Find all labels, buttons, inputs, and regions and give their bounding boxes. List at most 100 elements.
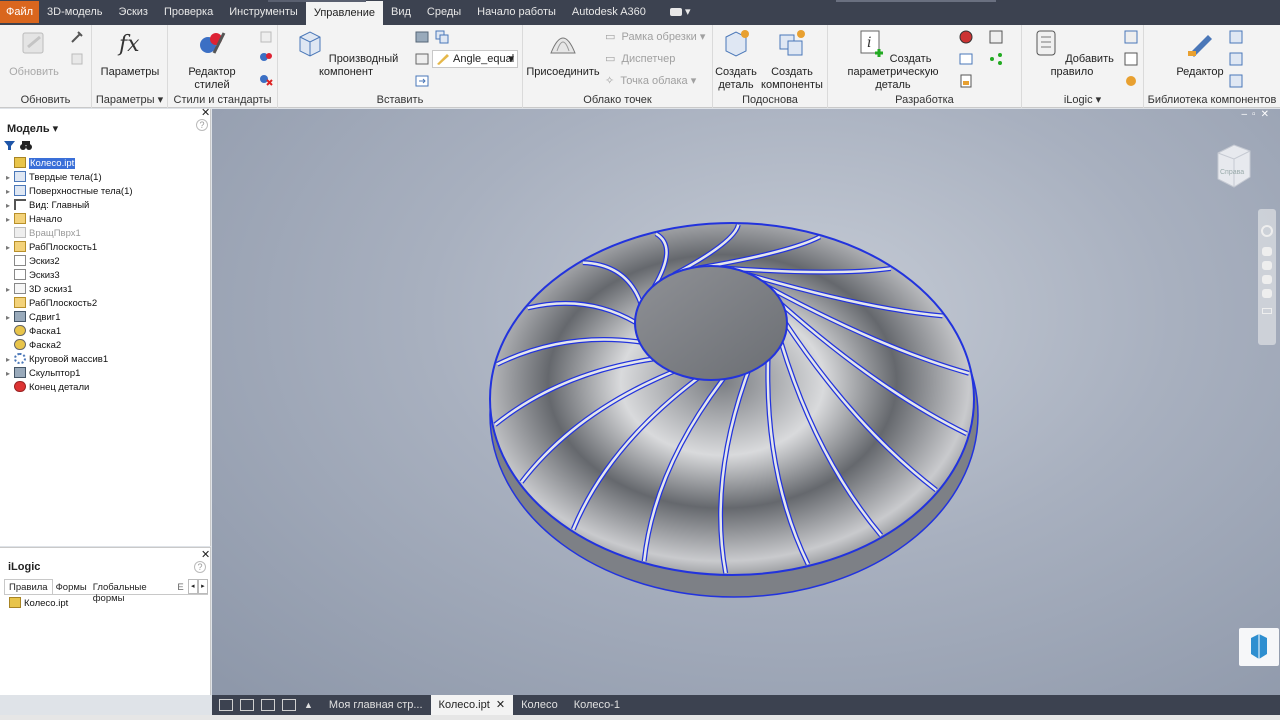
copy-object-icon[interactable] bbox=[434, 29, 450, 45]
update-styles-icon[interactable] bbox=[258, 29, 274, 45]
tab-a360[interactable]: Autodesk A360 bbox=[564, 1, 654, 23]
tree-item[interactable]: ▸ РабПлоскость1 bbox=[6, 241, 97, 255]
panel-title: Облако точек bbox=[583, 94, 652, 106]
doc-tab[interactable]: Колесо bbox=[513, 695, 566, 715]
help-icon[interactable]: ? bbox=[196, 119, 208, 131]
tab-tools[interactable]: Инструменты bbox=[221, 1, 306, 23]
tab-overflow[interactable]: ▾ bbox=[654, 1, 699, 23]
tabs-scroll-right[interactable]: ▸ bbox=[197, 579, 208, 594]
tab-3d-model[interactable]: 3D-модель bbox=[39, 1, 110, 23]
tree-item[interactable]: ▸ 3D эскиз1 bbox=[6, 283, 72, 297]
tile-icon[interactable] bbox=[240, 699, 254, 711]
panel-update: Обновить Обновить bbox=[0, 25, 92, 108]
impeller-model[interactable] bbox=[212, 109, 1280, 695]
tree-item[interactable]: Эскиз2 bbox=[6, 255, 60, 269]
attach-button[interactable]: Присоединить bbox=[525, 27, 601, 79]
rule-table-icon[interactable] bbox=[1123, 51, 1139, 67]
tab-view[interactable]: Вид bbox=[383, 1, 419, 23]
create-ipart-button[interactable]: i Создать параметрическую деталь bbox=[830, 27, 956, 92]
tree-item[interactable]: РабПлоскость2 bbox=[6, 297, 97, 311]
tab-rules[interactable]: Правила bbox=[4, 579, 53, 594]
import-cad-icon[interactable] bbox=[414, 51, 430, 67]
cascade-icon[interactable] bbox=[219, 699, 233, 711]
tab-more[interactable]: E bbox=[175, 579, 185, 594]
manager-button[interactable]: ▭ Диспетчер bbox=[605, 52, 675, 65]
library-icon-2[interactable] bbox=[1228, 51, 1244, 67]
tree-item[interactable]: ▸ Круговой массив1 bbox=[6, 353, 108, 367]
tree-item[interactable]: ▸ Вид: Главный bbox=[6, 199, 89, 213]
panel-title-dropdown[interactable]: iLogic ▾ bbox=[1022, 93, 1143, 106]
make-part-icon bbox=[725, 30, 749, 57]
tab-environments[interactable]: Среды bbox=[419, 1, 469, 23]
panel-library: Редактор Библиотека компонентов bbox=[1144, 25, 1280, 108]
ilogic-panel: iLogic ✕ ? Правила Формы Глобальные форм… bbox=[0, 547, 211, 695]
derive-button[interactable]: Производный компонент bbox=[282, 27, 410, 79]
make-part-button[interactable]: Создать деталь bbox=[713, 27, 759, 92]
tree-item[interactable]: ВращПврх1 bbox=[6, 227, 81, 241]
close-icon[interactable]: ✕ bbox=[496, 699, 505, 711]
purge-icon[interactable] bbox=[69, 51, 85, 67]
update-button[interactable]: Обновить bbox=[8, 27, 60, 79]
add-rule-button[interactable]: Добавить правило bbox=[1024, 27, 1120, 79]
tab-get-started[interactable]: Начало работы bbox=[469, 1, 564, 23]
tab-sketch[interactable]: Эскиз bbox=[111, 1, 156, 23]
tab-file[interactable]: Файл bbox=[0, 1, 40, 23]
filter-icon[interactable] bbox=[4, 140, 15, 151]
doc-tab-home[interactable]: Моя главная стр... bbox=[321, 695, 431, 715]
tree-item[interactable]: ▸ Начало bbox=[6, 213, 62, 227]
tree-item[interactable]: Фаска2 bbox=[6, 339, 61, 353]
graphics-viewport[interactable]: –▫✕ Справа bbox=[212, 109, 1280, 695]
document-icon[interactable] bbox=[958, 73, 974, 89]
doc-tab[interactable]: Колесо-1 bbox=[566, 695, 628, 715]
export-icon[interactable] bbox=[958, 51, 974, 67]
tree-item[interactable]: ▸ Сдвиг1 bbox=[6, 311, 61, 325]
cloud-point-button[interactable]: ✧ Точка облака ▾ bbox=[605, 74, 696, 87]
shaded-icon[interactable] bbox=[958, 29, 974, 45]
panel-point-cloud: Присоединить ▭ Рамка обрезки ▾ ▭ Диспетч… bbox=[523, 25, 713, 108]
make-components-button[interactable]: Создать компоненты bbox=[759, 27, 825, 92]
tab-forms[interactable]: Формы bbox=[53, 579, 90, 594]
help-icon[interactable]: ? bbox=[194, 561, 206, 573]
panel-title-dropdown[interactable]: Параметры ▾ bbox=[92, 93, 167, 106]
find-icon[interactable] bbox=[20, 140, 32, 151]
collapse-icon[interactable]: ▲ bbox=[304, 700, 313, 710]
tree-item[interactable]: Конец детали bbox=[6, 381, 89, 395]
tree-item[interactable]: ▸ Поверхностные тела(1) bbox=[6, 185, 133, 199]
browser-icon[interactable] bbox=[1123, 29, 1139, 45]
tile-horizontal-icon[interactable] bbox=[261, 699, 275, 711]
library-icon-3[interactable] bbox=[1228, 73, 1244, 89]
model-browser: Модель ▾ ? ✕ Колесо.ipt ▸ Твердые тела(1)… bbox=[0, 106, 211, 546]
attach-icon[interactable] bbox=[414, 73, 430, 89]
style-editor-button[interactable]: Редактор стилей bbox=[171, 27, 253, 92]
tree-item[interactable]: Эскиз3 bbox=[6, 269, 60, 283]
tree-item[interactable]: Фаска1 bbox=[6, 325, 61, 339]
tile-vertical-icon[interactable] bbox=[282, 699, 296, 711]
close-icon[interactable]: ✕ bbox=[201, 106, 210, 119]
tabs-scroll-left[interactable]: ◂ bbox=[187, 579, 198, 594]
share-icon[interactable] bbox=[988, 51, 1004, 67]
library-icon-1[interactable] bbox=[1228, 29, 1244, 45]
close-icon[interactable]: ✕ bbox=[201, 548, 210, 561]
tree-item-root[interactable]: Колесо.ipt bbox=[6, 157, 76, 171]
import-icon[interactable] bbox=[414, 29, 430, 45]
save-styles-icon[interactable] bbox=[258, 49, 274, 65]
crop-box-button[interactable]: ▭ Рамка обрезки ▾ bbox=[605, 30, 705, 43]
sync-button[interactable] bbox=[1239, 628, 1279, 666]
tab-global-forms[interactable]: Глобальные формы bbox=[90, 579, 176, 604]
impeller-hub bbox=[634, 265, 788, 381]
tree-item[interactable]: ▸ Скульптор1 bbox=[6, 367, 80, 381]
derive-style-select[interactable]: Angle_equal ▾ bbox=[432, 50, 518, 68]
table-icon[interactable] bbox=[988, 29, 1004, 45]
tab-inspect[interactable]: Проверка bbox=[156, 1, 221, 23]
editor-button[interactable]: Редактор bbox=[1172, 27, 1228, 79]
parameters-button[interactable]: fx Параметры bbox=[98, 27, 162, 79]
browser-title-dropdown[interactable]: Модель ▾ bbox=[7, 122, 58, 135]
doc-tab-active[interactable]: Колесо.ipt ✕ bbox=[430, 695, 514, 715]
tab-manage[interactable]: Управление bbox=[305, 1, 383, 25]
rule-scroll-icon bbox=[1036, 30, 1056, 56]
purge-styles-icon[interactable] bbox=[258, 71, 274, 87]
ilogic-item[interactable]: Колесо.ipt bbox=[9, 597, 68, 611]
trigger-icon[interactable] bbox=[1123, 73, 1139, 89]
tree-item[interactable]: ▸ Твердые тела(1) bbox=[6, 171, 102, 185]
rebuild-icon[interactable] bbox=[69, 29, 85, 45]
